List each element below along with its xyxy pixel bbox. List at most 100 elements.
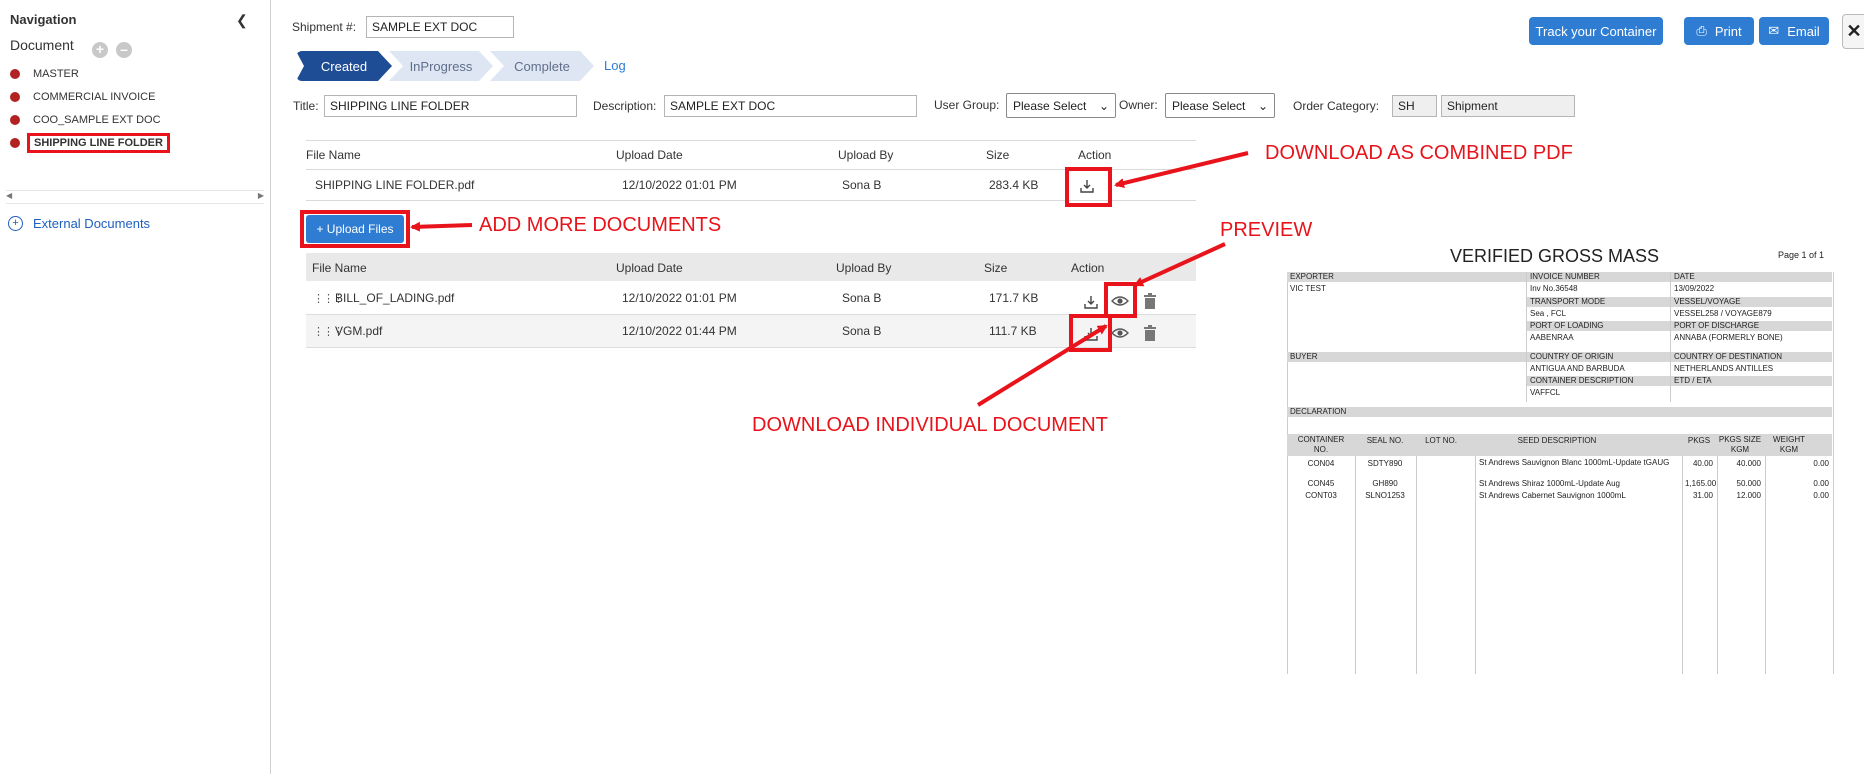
download-icon[interactable]	[1080, 323, 1102, 345]
order-category-label: Order Category:	[1293, 99, 1380, 113]
pv-date-value: 13/09/2022	[1674, 284, 1715, 293]
trash-icon[interactable]	[1139, 322, 1161, 344]
pv-weight: 0.00	[1813, 459, 1829, 468]
col-header-file-name: File Name	[312, 261, 367, 275]
col-header-upload-by: Upload By	[838, 148, 894, 162]
remove-document-icon[interactable]: –	[116, 42, 132, 58]
envelope-icon: ✉	[1768, 23, 1780, 38]
owner-value: Please Select	[1172, 98, 1246, 113]
pv-weight: 0.00	[1813, 491, 1829, 500]
navigation-sidebar: Navigation ❮ Document + – MASTER COMMERC…	[0, 0, 271, 774]
pv-col-pkgs-size: PKGS SIZE KGM	[1718, 435, 1762, 454]
preview-page: Page 1 of 1	[1778, 250, 1825, 260]
pv-col-pkgs: PKGS	[1687, 436, 1711, 445]
pv-pol-value: AABENRAA	[1530, 333, 1574, 342]
sidebar-item-label-selected: SHIPPING LINE FOLDER	[27, 133, 170, 153]
print-button[interactable]: ⎙ Print	[1684, 17, 1754, 45]
pv-buyer-label: BUYER	[1287, 352, 1526, 362]
owner-select[interactable]: Please Select ⌄	[1165, 93, 1275, 118]
download-icon[interactable]	[1080, 291, 1102, 313]
pv-pol-label: PORT OF LOADING	[1527, 321, 1670, 331]
bullet-icon	[10, 138, 20, 148]
collapse-sidebar-icon[interactable]: ❮	[236, 12, 248, 29]
pv-transport-label: TRANSPORT MODE	[1527, 297, 1670, 307]
horizontal-scrollbar[interactable]: ◀ ▶	[6, 190, 264, 204]
step-inprogress[interactable]: InProgress	[389, 51, 493, 81]
track-container-button[interactable]: Track your Container	[1529, 17, 1663, 45]
file-size: 111.7 KB	[989, 324, 1037, 338]
pv-seal: SLNO1253	[1365, 491, 1405, 500]
plus-circle-icon: +	[8, 216, 23, 231]
close-icon[interactable]: ✕	[1842, 14, 1864, 49]
email-button[interactable]: ✉ Email	[1759, 17, 1829, 45]
col-header-action: Action	[1078, 148, 1112, 162]
file-name: VGM.pdf	[335, 324, 383, 338]
shipment-number-input[interactable]	[366, 16, 514, 38]
order-category-code	[1392, 95, 1437, 117]
table-row[interactable]: ⋮⋮⋮ BILL_OF_LADING.pdf 12/10/2022 01:01 …	[306, 282, 1196, 315]
user-group-select[interactable]: Please Select ⌄	[1006, 93, 1116, 118]
pv-table-header: CONTAINER NO. SEAL NO. LOT NO. SEED DESC…	[1287, 434, 1832, 456]
col-header-action: Action	[1071, 261, 1105, 275]
pv-vessel-value: VESSEL258 / VOYAGE879	[1674, 309, 1772, 318]
table-header-row: File Name Upload Date Upload By Size Act…	[306, 253, 1196, 281]
pv-pod-value: ANNABA (FORMERLY BONE)	[1674, 333, 1783, 342]
col-header-size: Size	[984, 261, 1008, 275]
col-header-size: Size	[986, 148, 1010, 162]
annotation-preview: PREVIEW	[1220, 219, 1313, 241]
step-complete[interactable]: Complete	[490, 51, 594, 81]
sidebar-item-coo[interactable]: COO_SAMPLE EXT DOC	[10, 110, 161, 130]
col-header-upload-date: Upload Date	[616, 148, 683, 162]
pv-destination-label: COUNTRY OF DESTINATION	[1671, 352, 1832, 362]
bullet-icon	[10, 115, 20, 125]
email-label: Email	[1787, 23, 1820, 39]
log-link[interactable]: Log	[604, 58, 626, 73]
pv-size: 40.000	[1736, 459, 1761, 468]
upload-files-button[interactable]: + Upload Files	[306, 215, 404, 243]
pv-col-desc: SEED DESCRIPTION	[1517, 436, 1597, 445]
download-combined-icon[interactable]	[1076, 175, 1098, 197]
col-header-upload-date: Upload Date	[616, 261, 683, 275]
trash-icon[interactable]	[1139, 290, 1161, 312]
order-category-name	[1441, 95, 1575, 117]
preview-eye-icon[interactable]	[1109, 290, 1131, 312]
pv-invoice-value: Inv No.36548	[1530, 284, 1578, 293]
sidebar-item-master[interactable]: MASTER	[10, 64, 79, 84]
pv-desc: St Andrews Sauvignon Blanc 1000mL-Update…	[1479, 458, 1670, 467]
description-input[interactable]	[664, 95, 917, 117]
scroll-right-icon[interactable]: ▶	[258, 191, 264, 200]
scroll-left-icon[interactable]: ◀	[6, 191, 12, 200]
add-document-icon[interactable]: +	[92, 42, 108, 58]
step-created[interactable]: Created	[296, 51, 392, 81]
pv-declaration-label: DECLARATION	[1287, 407, 1832, 417]
pv-container-desc-value: VAFFCL	[1530, 388, 1561, 397]
row-divider	[306, 200, 1196, 201]
file-size: 171.7 KB	[989, 291, 1039, 305]
col-header-upload-by: Upload By	[836, 261, 892, 275]
upload-by: Sona B	[842, 291, 882, 305]
pv-table-row: CON04 SDTY890 St Andrews Sauvignon Blanc…	[1287, 458, 1832, 478]
pv-container: CON45	[1307, 479, 1335, 488]
title-label: Title:	[293, 99, 319, 113]
preview-eye-icon[interactable]	[1109, 322, 1131, 344]
sidebar-item-label: COO_SAMPLE EXT DOC	[33, 114, 161, 126]
pv-col-container: CONTAINER NO.	[1297, 435, 1345, 454]
title-input[interactable]	[324, 95, 577, 117]
table-row[interactable]: ⋮⋮⋮ VGM.pdf 12/10/2022 01:44 PM Sona B 1…	[306, 315, 1196, 348]
sidebar-item-commercial-invoice[interactable]: COMMERCIAL INVOICE	[10, 87, 155, 107]
pv-container: CON04	[1307, 459, 1335, 468]
upload-date: 12/10/2022 01:44 PM	[622, 324, 737, 338]
pv-date-label: DATE	[1671, 272, 1832, 282]
pv-col-lot: LOT NO.	[1425, 436, 1457, 445]
table-top-border	[306, 140, 1196, 141]
external-documents-link[interactable]: + External Documents	[8, 216, 150, 231]
preview-title: VERIFIED GROSS MASS	[1450, 246, 1660, 266]
pv-pkgs: 1,165.00	[1685, 479, 1717, 488]
pv-size: 12.000	[1736, 491, 1761, 500]
pv-pkgs: 31.00	[1692, 491, 1713, 500]
sidebar-item-shipping-line-folder[interactable]: SHIPPING LINE FOLDER	[10, 133, 170, 153]
pv-vessel-label: VESSEL/VOYAGE	[1671, 297, 1832, 307]
sidebar-title: Navigation	[10, 12, 77, 27]
pv-transport-value: Sea , FCL	[1530, 309, 1567, 318]
pv-pod-label: PORT OF DISCHARGE	[1671, 321, 1832, 331]
